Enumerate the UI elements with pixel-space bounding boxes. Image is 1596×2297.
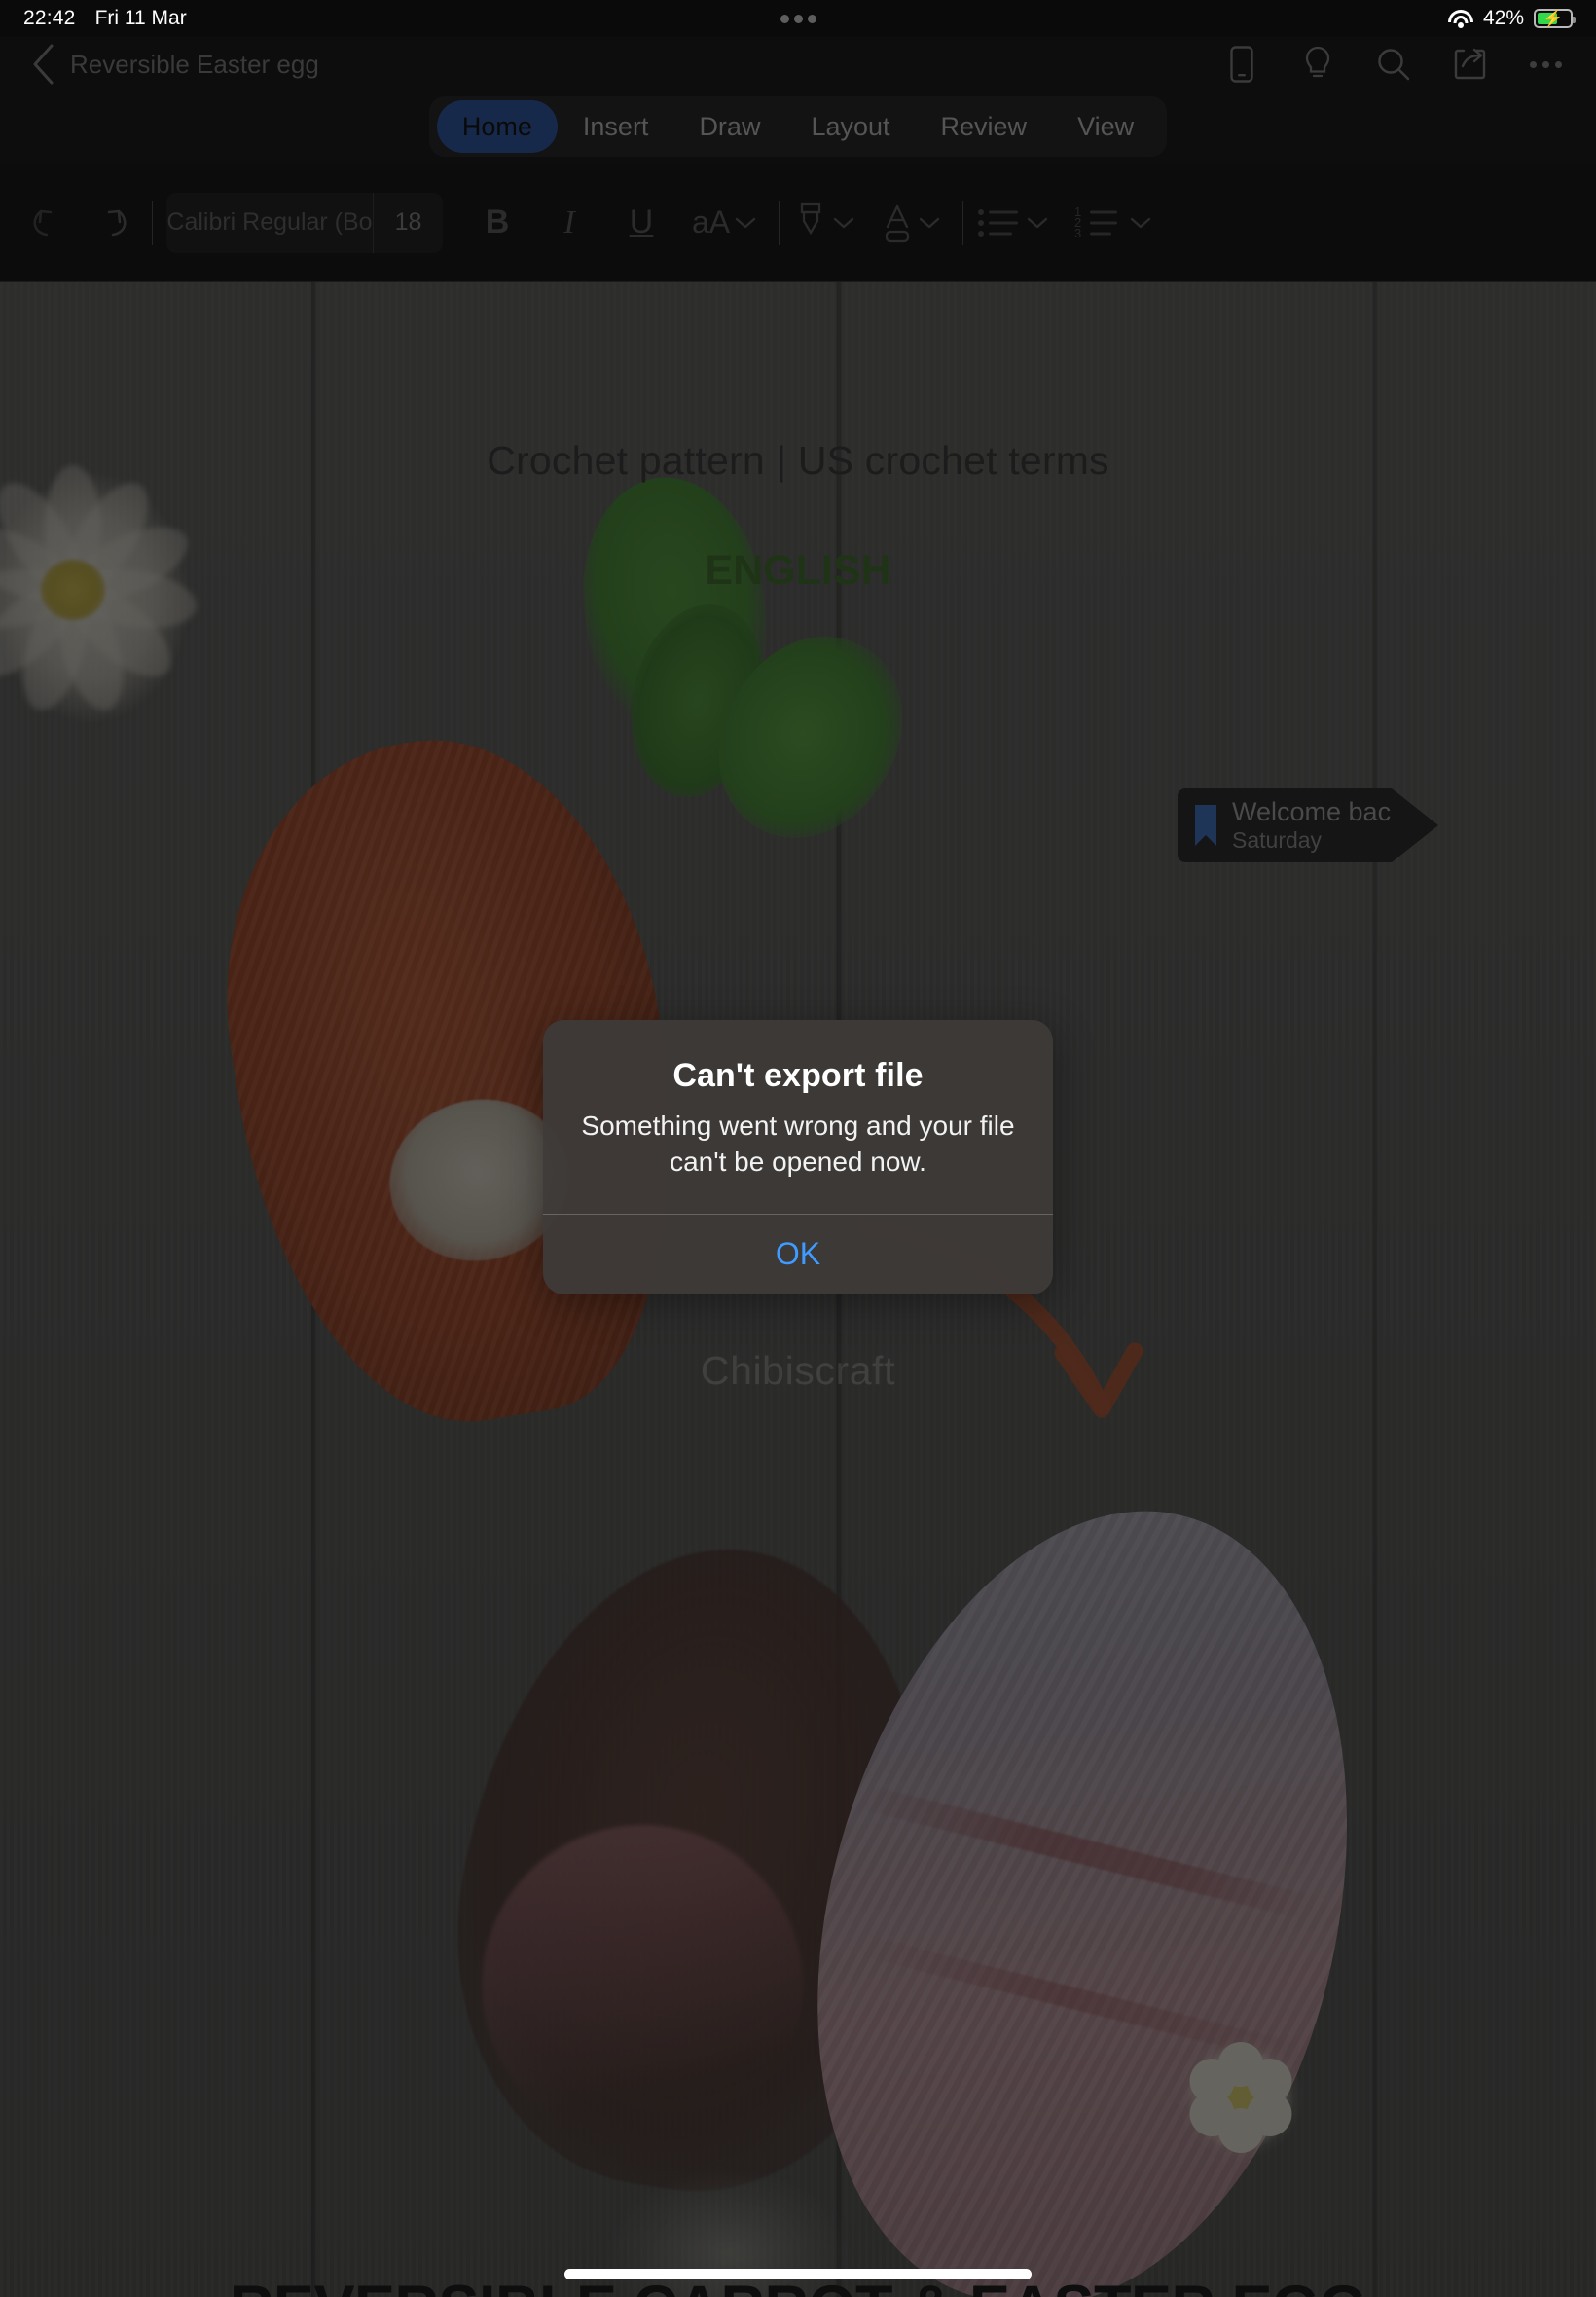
status-date: Fri 11 Mar [94,7,187,29]
home-indicator-bar[interactable] [564,2269,1032,2279]
resume-chip-subtitle: Saturday [1232,826,1323,853]
tab-home[interactable]: Home [436,100,558,153]
toolbar-divider [152,200,153,245]
toolbar-divider-3 [962,200,964,245]
search-icon[interactable] [1374,45,1413,84]
highlighter-button[interactable] [793,194,855,252]
alert-ok-button[interactable]: OK [543,1215,1053,1294]
font-name-field[interactable]: Calibri Regular (Bo [166,193,373,253]
numbered-list-icon: 1 2 3 [1074,204,1118,240]
status-bar: 22:42 Fri 11 Mar 42% ⚡ [0,0,1596,37]
daisy-flower-bottom [545,2093,954,2297]
toolbar-divider-2 [779,200,780,245]
ipad-word-screen: 22:42 Fri 11 Mar 42% ⚡ Reversible Easter… [0,0,1596,2297]
status-time: 22:42 [23,7,76,29]
italic-label: I [563,203,575,240]
font-controls-group: Calibri Regular (Bo 18 [166,192,443,253]
bullet-list-button[interactable] [977,194,1049,252]
document-title[interactable]: Reversible Easter egg [70,50,319,80]
title-bar-actions [1222,45,1575,84]
status-bar-left: 22:42 Fri 11 Mar [23,7,187,30]
bullet-list-icon [978,208,1019,237]
tab-layout[interactable]: Layout [785,100,915,153]
numbered-list-button[interactable]: 1 2 3 [1074,194,1152,252]
underline-button[interactable]: U [612,194,671,252]
lightbulb-icon[interactable] [1298,45,1337,84]
undo-arrow-icon[interactable] [21,194,80,252]
font-color-button[interactable] [881,194,941,252]
bold-button[interactable]: B [468,194,526,252]
applique-petal [1218,2042,1263,2087]
underline-label: U [629,203,654,240]
tab-view[interactable]: View [1052,100,1159,153]
chevron-down-icon [1130,217,1151,228]
more-ellipsis-icon[interactable] [1526,45,1565,84]
doc-language-line: ENGLISH [705,547,891,594]
ribbon-tab-bar: Home Insert Draw Layout Review View [0,93,1596,160]
font-formatting-button[interactable]: aA [692,194,757,252]
svg-text:3: 3 [1074,226,1081,240]
battery-percent-label: 42% [1482,7,1524,29]
bookmark-icon [1195,805,1216,846]
egg-daisy-applique [1178,2034,1304,2161]
doc-subtitle-line: Crochet pattern | US crochet terms [487,438,1109,483]
status-bar-right: 42% ⚡ [1447,7,1576,30]
font-format-label: aA [692,204,731,239]
chevron-down-icon [1027,217,1048,228]
back-button[interactable] [21,43,64,86]
chevron-down-icon [833,217,854,228]
alert-message: Something went wrong and your file can't… [581,1111,1015,1177]
alert-title: Can't export file [672,1057,924,1094]
share-icon[interactable] [1450,45,1489,84]
redo-arrow-icon[interactable] [80,194,138,252]
tab-review[interactable]: Review [916,100,1053,153]
ribbon-toolbar: Calibri Regular (Bo 18 B I U aA 1 2 3 [0,164,1596,282]
resume-reading-chip[interactable]: Welcome back! Saturday [1178,788,1438,862]
mobile-view-icon[interactable] [1222,45,1261,84]
battery-charging-icon: ⚡ [1534,9,1576,28]
alert-body: Can't export file Something went wrong a… [543,1020,1053,1214]
ribbon-tabs-track: Home Insert Draw Layout Review View [428,96,1168,157]
tab-draw[interactable]: Draw [673,100,785,153]
dynamic-island-area [0,0,1596,37]
three-dots-indicator-icon [780,14,816,23]
chevron-down-icon [735,217,756,228]
highlighter-icon [800,202,821,235]
bold-label: B [485,203,510,240]
doc-watermark: Chibiscraft [700,1348,896,1393]
chevron-down-icon [919,217,940,228]
font-color-icon [885,204,910,242]
italic-button[interactable]: I [540,194,598,252]
document-title-bar: Reversible Easter egg [0,37,1596,91]
resume-chip-texts: Welcome back! Saturday [1232,797,1411,855]
wifi-icon [1447,9,1473,28]
export-error-dialog: Can't export file Something went wrong a… [543,1020,1053,1294]
tab-insert[interactable]: Insert [558,100,674,153]
resume-chip-title: Welcome back! [1232,796,1412,826]
font-size-field[interactable]: 18 [373,192,443,253]
